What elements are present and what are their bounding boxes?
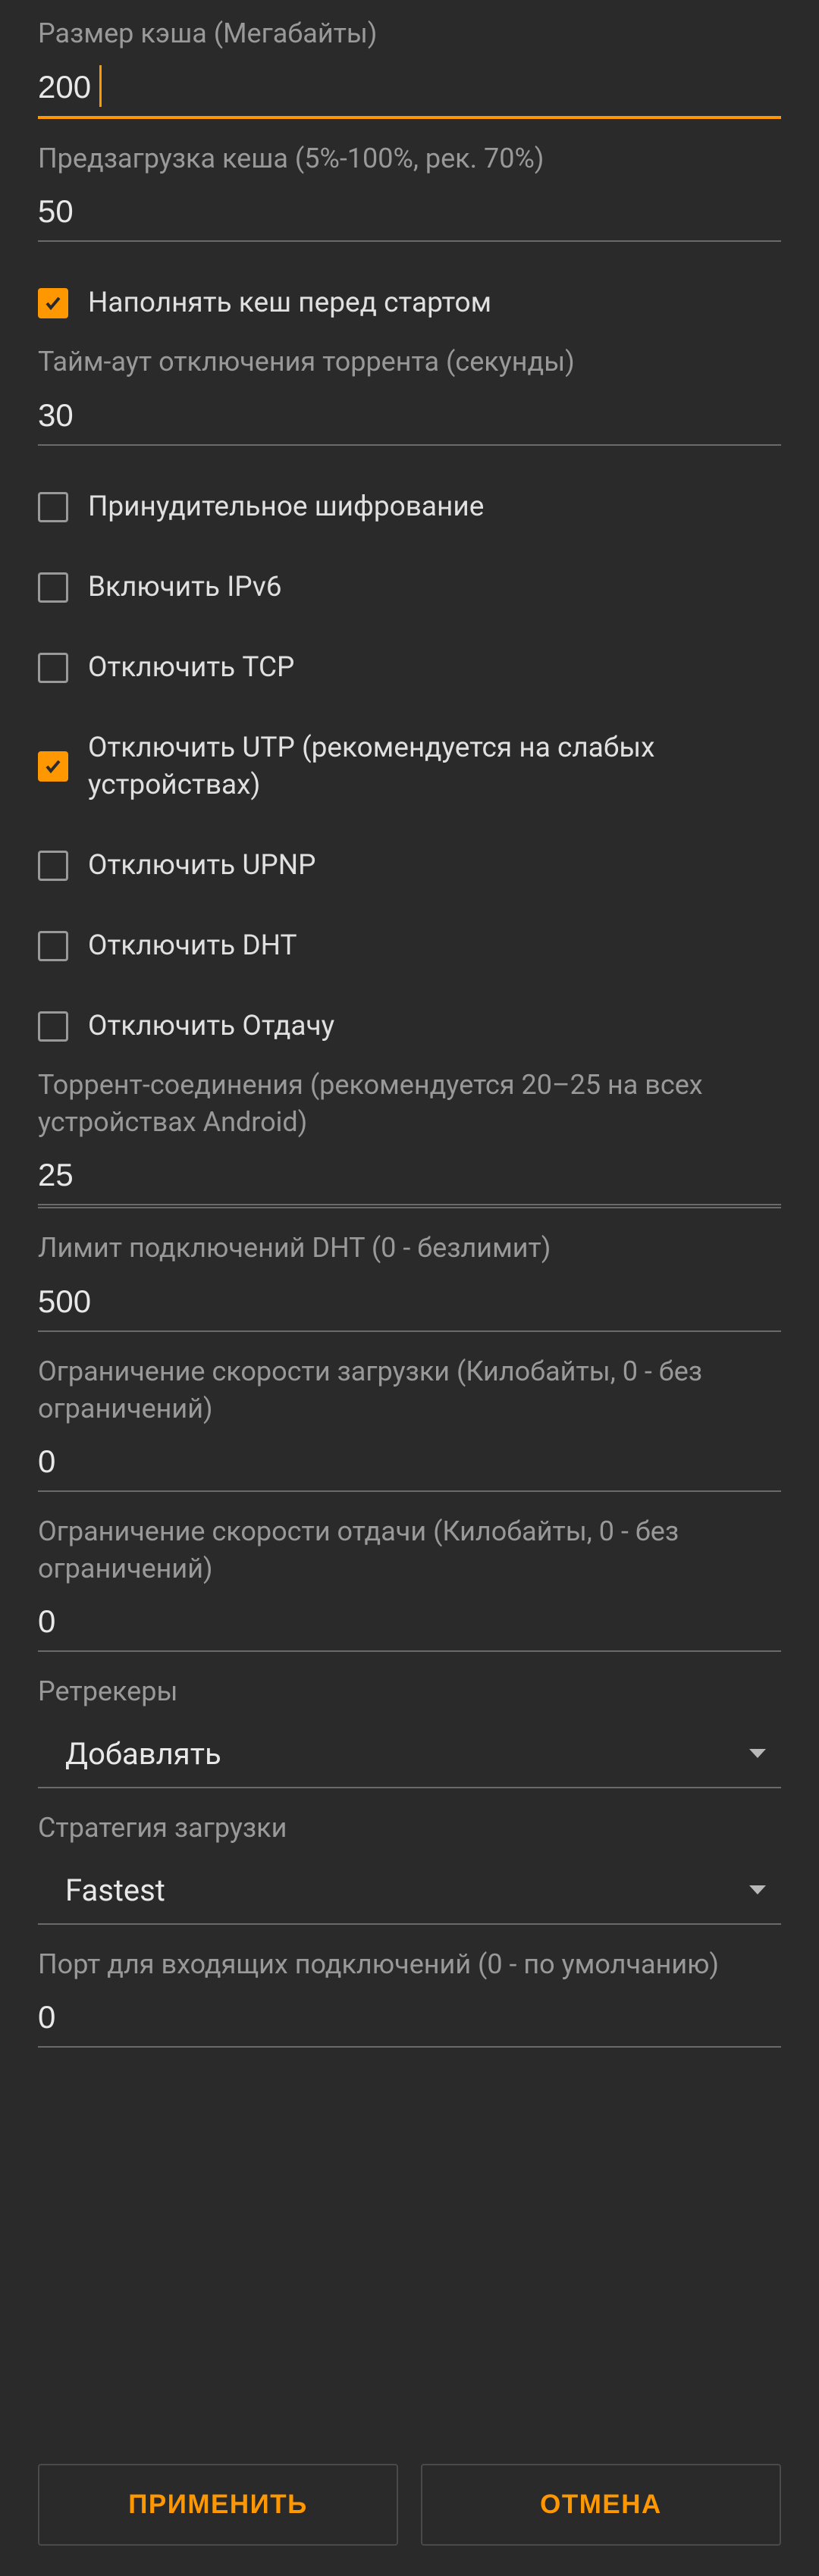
torrent-connections-field: Торрент-соединения (рекомендуется 20–25 … [38, 1067, 781, 1208]
preload-cache-label: Предзагрузка кеша (5%-100%, рек. 70%) [38, 140, 781, 177]
download-strategy-dropdown[interactable]: Fastest [38, 1857, 781, 1925]
disable-dht-row[interactable]: Отключить DHT [38, 906, 781, 986]
torrent-timeout-input[interactable] [38, 391, 781, 446]
retrackers-value: Добавлять [65, 1736, 221, 1772]
incoming-port-field: Порт для входящих подключений (0 - по ум… [38, 1946, 781, 2048]
retrackers-label: Ретрекеры [38, 1673, 781, 1710]
enable-ipv6-checkbox[interactable] [38, 572, 68, 603]
upload-speed-input[interactable] [38, 1597, 781, 1652]
force-encrypt-checkbox[interactable] [38, 492, 68, 522]
preload-cache-field: Предзагрузка кеша (5%-100%, рек. 70%) [38, 140, 781, 243]
dht-limit-field: Лимит подключений DHT (0 - безлимит) [38, 1230, 781, 1332]
disable-upnp-row[interactable]: Отключить UPNP [38, 826, 781, 906]
disable-upload-label: Отключить Отдачу [88, 1008, 334, 1045]
enable-ipv6-row[interactable]: Включить IPv6 [38, 547, 781, 628]
disable-utp-label: Отключить UTP (рекомендуется на слабых у… [88, 729, 781, 805]
dht-limit-input[interactable] [38, 1277, 781, 1332]
cancel-button[interactable]: ОТМЕНА [421, 2464, 781, 2546]
disable-dht-checkbox[interactable] [38, 931, 68, 961]
download-speed-input[interactable] [38, 1437, 781, 1492]
torrent-timeout-field: Тайм-аут отключения торрента (секунды) [38, 343, 781, 446]
retrackers-dropdown[interactable]: Добавлять [38, 1721, 781, 1788]
disable-upnp-checkbox[interactable] [38, 851, 68, 881]
disable-utp-checkbox[interactable] [38, 751, 68, 782]
disable-tcp-label: Отключить TCP [88, 649, 294, 687]
download-speed-field: Ограничение скорости загрузки (Килобайты… [38, 1353, 781, 1492]
checkmark-icon [44, 294, 62, 312]
fill-before-start-label: Наполнять кеш перед стартом [88, 284, 491, 322]
fill-before-start-checkbox[interactable] [38, 288, 68, 318]
disable-utp-row[interactable]: Отключить UTP (рекомендуется на слабых у… [38, 708, 781, 826]
disable-upload-checkbox[interactable] [38, 1011, 68, 1042]
preload-cache-input[interactable] [38, 187, 781, 242]
disable-tcp-checkbox[interactable] [38, 653, 68, 683]
chevron-down-icon [749, 1749, 766, 1758]
enable-ipv6-label: Включить IPv6 [88, 569, 282, 606]
cache-size-input[interactable] [38, 63, 781, 119]
download-strategy-value: Fastest [65, 1872, 165, 1908]
settings-container: Размер кэша (Мегабайты) Предзагрузка кеш… [0, 0, 819, 2576]
disable-tcp-row[interactable]: Отключить TCP [38, 628, 781, 708]
settings-content: Размер кэша (Мегабайты) Предзагрузка кеш… [38, 15, 781, 2373]
cache-size-input-wrapper [38, 63, 781, 119]
upload-speed-field: Ограничение скорости отдачи (Килобайты, … [38, 1513, 781, 1652]
fill-before-start-row[interactable]: Наполнять кеш перед стартом [38, 263, 781, 343]
force-encrypt-label: Принудительное шифрование [88, 488, 484, 526]
upload-speed-label: Ограничение скорости отдачи (Килобайты, … [38, 1513, 781, 1587]
torrent-connections-input[interactable] [38, 1151, 781, 1205]
force-encrypt-row[interactable]: Принудительное шифрование [38, 467, 781, 547]
torrent-connections-label: Торрент-соединения (рекомендуется 20–25 … [38, 1067, 781, 1140]
retrackers-field: Ретрекеры Добавлять [38, 1673, 781, 1788]
download-speed-label: Ограничение скорости загрузки (Килобайты… [38, 1353, 781, 1427]
disable-upload-row[interactable]: Отключить Отдачу [38, 986, 781, 1067]
download-strategy-field: Стратегия загрузки Fastest [38, 1810, 781, 1925]
cache-size-field: Размер кэша (Мегабайты) [38, 15, 781, 119]
dht-limit-label: Лимит подключений DHT (0 - безлимит) [38, 1230, 781, 1267]
download-strategy-label: Стратегия загрузки [38, 1810, 781, 1847]
disable-upnp-label: Отключить UPNP [88, 847, 315, 885]
disable-dht-label: Отключить DHT [88, 927, 297, 965]
cache-size-label: Размер кэша (Мегабайты) [38, 15, 781, 52]
chevron-down-icon [749, 1885, 766, 1894]
apply-button[interactable]: ПРИМЕНИТЬ [38, 2464, 398, 2546]
torrent-timeout-label: Тайм-аут отключения торрента (секунды) [38, 343, 781, 381]
checkmark-icon [44, 757, 62, 776]
footer-buttons: ПРИМЕНИТЬ ОТМЕНА [38, 2373, 781, 2546]
text-cursor-icon [99, 65, 102, 107]
incoming-port-input[interactable] [38, 1993, 781, 2048]
incoming-port-label: Порт для входящих подключений (0 - по ум… [38, 1946, 781, 1983]
